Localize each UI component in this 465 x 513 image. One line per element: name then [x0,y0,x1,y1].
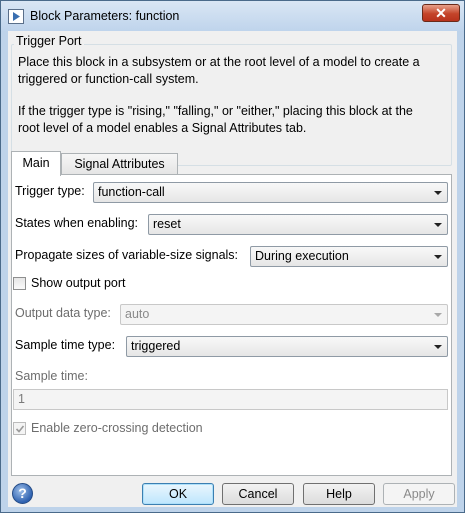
sample-time-value: 1 [18,392,25,406]
chevron-down-icon [434,255,442,259]
propagate-sizes-dropdown[interactable]: During execution [250,246,448,267]
title-bar[interactable]: Block Parameters: function ✕ [1,1,464,31]
trigger-type-label: Trigger type: [15,184,85,198]
states-when-enabling-value: reset [153,217,181,231]
output-data-type-value: auto [125,307,150,321]
sample-time-label: Sample time: [15,369,88,383]
dialog-window: Block Parameters: function ✕ Trigger Por… [0,0,465,513]
trigger-type-value: function-call [98,185,165,199]
description-line-3: If the trigger type is "rising," "fallin… [18,104,413,118]
ok-button[interactable]: OK [142,483,214,505]
propagate-sizes-label: Propagate sizes of variable-size signals… [15,248,239,262]
sample-time-type-label: Sample time type: [15,338,116,352]
propagate-sizes-value: During execution [255,249,349,263]
description-line-2: triggered or function-call system. [18,72,199,86]
simulink-block-icon [8,9,24,24]
chevron-down-icon [434,191,442,195]
checkmark-icon [15,425,25,433]
description-line-4: root level of a model enables a Signal A… [18,121,307,135]
close-icon: ✕ [435,5,447,21]
sample-time-field[interactable]: 1 [13,389,448,410]
output-data-type-dropdown[interactable]: auto [120,304,448,325]
show-output-port-label: Show output port [31,276,126,290]
help-question-icon[interactable]: ? [12,483,33,504]
close-button[interactable]: ✕ [422,4,460,22]
apply-button[interactable]: Apply [383,483,455,505]
help-button[interactable]: Help [303,483,375,505]
sample-time-type-dropdown[interactable]: triggered [126,336,448,357]
output-data-type-label: Output data type: [15,306,111,320]
tab-main[interactable]: Main [11,151,61,176]
cancel-button[interactable]: Cancel [222,483,294,505]
tab-signal-attributes[interactable]: Signal Attributes [61,153,178,175]
main-tab-panel: Trigger type: function-call States when … [11,174,452,476]
tab-bar: Main Signal Attributes [11,151,452,176]
question-mark: ? [18,485,27,501]
states-when-enabling-dropdown[interactable]: reset [148,214,448,235]
show-output-port-checkbox[interactable] [13,277,26,290]
chevron-down-icon [434,345,442,349]
group-title: Trigger Port [14,34,84,48]
states-when-enabling-label: States when enabling: [15,216,139,230]
description-line-1: Place this block in a subsystem or at th… [18,55,420,69]
chevron-down-icon [434,223,442,227]
window-title: Block Parameters: function [30,9,180,23]
enable-zero-crossing-checkbox[interactable] [13,422,26,435]
chevron-down-icon [434,313,442,317]
enable-zero-crossing-label: Enable zero-crossing detection [31,421,203,435]
trigger-type-dropdown[interactable]: function-call [93,182,448,203]
dialog-content: Trigger Port Place this block in a subsy… [8,31,457,507]
sample-time-type-value: triggered [131,339,181,353]
